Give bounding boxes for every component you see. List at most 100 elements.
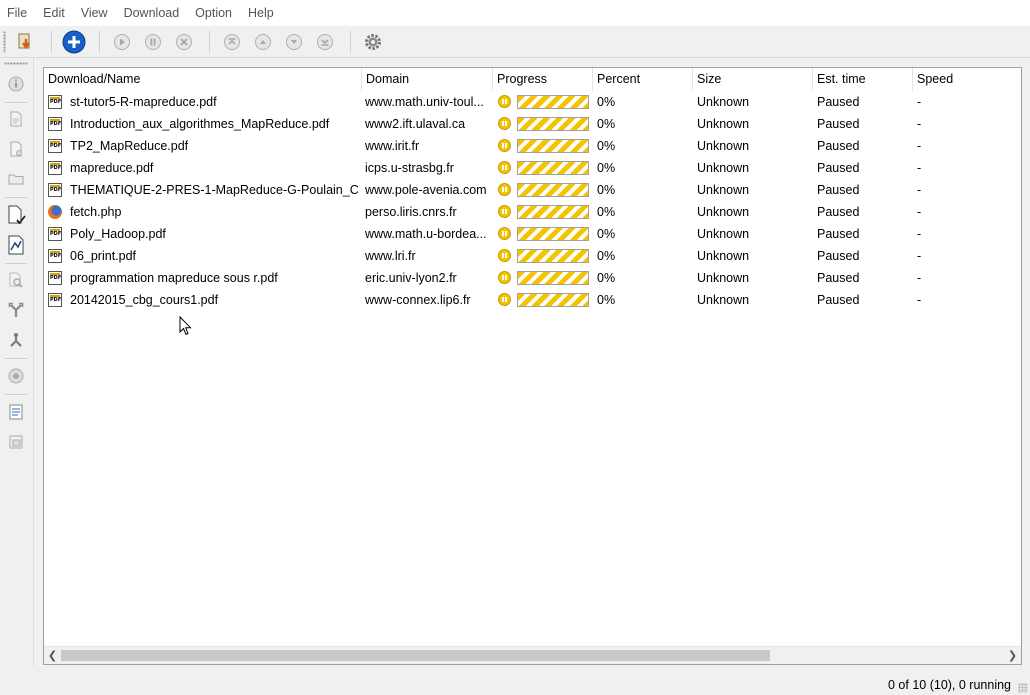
- size-cell: Unknown: [697, 227, 750, 241]
- menu-edit[interactable]: Edit: [35, 0, 73, 26]
- column-header-domain[interactable]: Domain: [362, 68, 493, 91]
- branch-button[interactable]: [4, 298, 28, 322]
- document-button[interactable]: [4, 107, 28, 131]
- menu-view[interactable]: View: [73, 0, 116, 26]
- media-button[interactable]: [4, 364, 28, 388]
- table-row[interactable]: fetch.php perso.liris.cnrs.fr 0% Unknown Pau…: [44, 201, 1021, 223]
- pdf-icon: [48, 139, 62, 153]
- import-button[interactable]: [12, 28, 40, 56]
- mouse-cursor-icon: [179, 316, 192, 336]
- table-row[interactable]: Introduction_aux_algorithmes_MapReduce.p…: [44, 113, 1021, 135]
- list-button[interactable]: [4, 400, 28, 424]
- table-row[interactable]: st-tutor5-R-mapreduce.pdf www.math.univ-t…: [44, 91, 1021, 113]
- file-name: Poly_Hadoop.pdf: [70, 227, 166, 241]
- folder-button[interactable]: [4, 167, 28, 191]
- size-cell: Unknown: [697, 293, 750, 307]
- search-file-button[interactable]: [4, 268, 28, 292]
- scroll-left-arrow-icon[interactable]: ❮: [44, 647, 61, 664]
- file-check-button[interactable]: [4, 203, 28, 227]
- domain-cell: perso.liris.cnrs.fr: [365, 205, 457, 219]
- est-time-cell: Paused: [817, 227, 860, 241]
- menu-download[interactable]: Download: [116, 0, 188, 26]
- progress-bar: [517, 95, 589, 109]
- pdf-icon: [48, 161, 62, 175]
- side-toolbar: [0, 58, 34, 666]
- document-icon: [10, 111, 22, 127]
- scrollbar-thumb[interactable]: [61, 650, 770, 661]
- file-chart-button[interactable]: [4, 233, 28, 257]
- est-time-cell: Paused: [817, 139, 860, 153]
- name-cell: 20142015_cbg_cours1.pdf: [44, 289, 358, 311]
- progress-cell: [493, 135, 593, 157]
- column-header-percent[interactable]: Percent: [593, 68, 693, 91]
- pause-button[interactable]: [139, 28, 167, 56]
- document-blank-icon: [10, 141, 22, 157]
- stop-button[interactable]: [170, 28, 198, 56]
- column-header-name[interactable]: Download/Name: [44, 68, 362, 91]
- network-icon: [10, 333, 22, 347]
- table-row[interactable]: THEMATIQUE-2-PRES-1-MapReduce-G-Poulain_…: [44, 179, 1021, 201]
- paused-status-icon: [498, 95, 511, 108]
- file-name: THEMATIQUE-2-PRES-1-MapReduce-G-Poulain_…: [70, 183, 358, 197]
- size-cell: Unknown: [697, 183, 750, 197]
- column-header-progress[interactable]: Progress: [493, 68, 593, 91]
- progress-cell: [493, 223, 593, 245]
- scroll-right-arrow-icon[interactable]: ❯: [1004, 647, 1021, 664]
- move-bottom-button[interactable]: [311, 28, 339, 56]
- size-cell: Unknown: [697, 249, 750, 263]
- resize-grip[interactable]: [1018, 683, 1028, 693]
- side-toolbar-grip[interactable]: [4, 62, 28, 65]
- network-button[interactable]: [4, 328, 28, 352]
- move-top-icon: [224, 33, 240, 50]
- table-row[interactable]: programmation mapreduce sous r.pdf eric.u…: [44, 267, 1021, 289]
- table-row[interactable]: TP2_MapReduce.pdf www.irit.fr 0% Unknown Pau…: [44, 135, 1021, 157]
- folder-icon: [8, 174, 24, 185]
- toolbar-separator: [99, 30, 100, 53]
- speed-cell: -: [917, 249, 922, 263]
- status-bar: 0 of 10 (10), 0 running: [0, 675, 1030, 695]
- list-icon: [9, 404, 23, 420]
- media-icon: [8, 368, 24, 384]
- add-download-button[interactable]: [60, 28, 88, 56]
- table-row[interactable]: mapreduce.pdf icps.u-strasbg.fr 0% Unknown P…: [44, 157, 1021, 179]
- speed-cell: -: [917, 183, 922, 197]
- est-time-cell: Paused: [817, 249, 860, 263]
- menu-help[interactable]: Help: [240, 0, 282, 26]
- menu-file[interactable]: File: [0, 0, 35, 26]
- name-cell: THEMATIQUE-2-PRES-1-MapReduce-G-Poulain_…: [44, 179, 358, 201]
- table-row[interactable]: 06_print.pdf www.lri.fr 0% Unknown Paused -: [44, 245, 1021, 267]
- move-up-icon: [255, 33, 271, 50]
- menu-bar: File Edit View Download Option Help: [0, 0, 1030, 26]
- domain-cell: www.lri.fr: [365, 249, 416, 263]
- paused-status-icon: [498, 183, 511, 196]
- column-header-size[interactable]: Size: [693, 68, 813, 91]
- menu-option[interactable]: Option: [187, 0, 240, 26]
- domain-cell: www2.ift.ulaval.ca: [365, 117, 466, 131]
- move-top-button[interactable]: [218, 28, 246, 56]
- column-header-speed[interactable]: Speed: [913, 68, 1021, 91]
- name-cell: programmation mapreduce sous r.pdf: [44, 267, 358, 289]
- settings-button[interactable]: [359, 28, 387, 56]
- file-check-icon: [8, 205, 26, 225]
- move-up-button[interactable]: [249, 28, 277, 56]
- est-time-cell: Paused: [817, 205, 860, 219]
- window-button[interactable]: [4, 430, 28, 454]
- horizontal-scrollbar[interactable]: ❮ ❯: [44, 646, 1021, 664]
- percent-cell: 0%: [597, 227, 616, 241]
- domain-cell: www.irit.fr: [365, 139, 420, 153]
- start-button[interactable]: [108, 28, 136, 56]
- file-name: fetch.php: [70, 205, 122, 219]
- paused-status-icon: [498, 271, 511, 284]
- speed-cell: -: [917, 95, 922, 109]
- column-header-est-time[interactable]: Est. time: [813, 68, 913, 91]
- toolbar-grip[interactable]: [3, 30, 6, 53]
- percent-cell: 0%: [597, 117, 616, 131]
- table-row[interactable]: Poly_Hadoop.pdf www.math.u-bordea... 0% Unk…: [44, 223, 1021, 245]
- toolbar-separator: [51, 30, 52, 53]
- domain-cell: www.pole-avenia.com: [365, 183, 487, 197]
- table-row[interactable]: 20142015_cbg_cours1.pdf www-connex.lip6.f…: [44, 289, 1021, 311]
- percent-cell: 0%: [597, 271, 616, 285]
- document-blank-button[interactable]: [4, 137, 28, 161]
- move-down-button[interactable]: [280, 28, 308, 56]
- info-button[interactable]: [4, 72, 28, 96]
